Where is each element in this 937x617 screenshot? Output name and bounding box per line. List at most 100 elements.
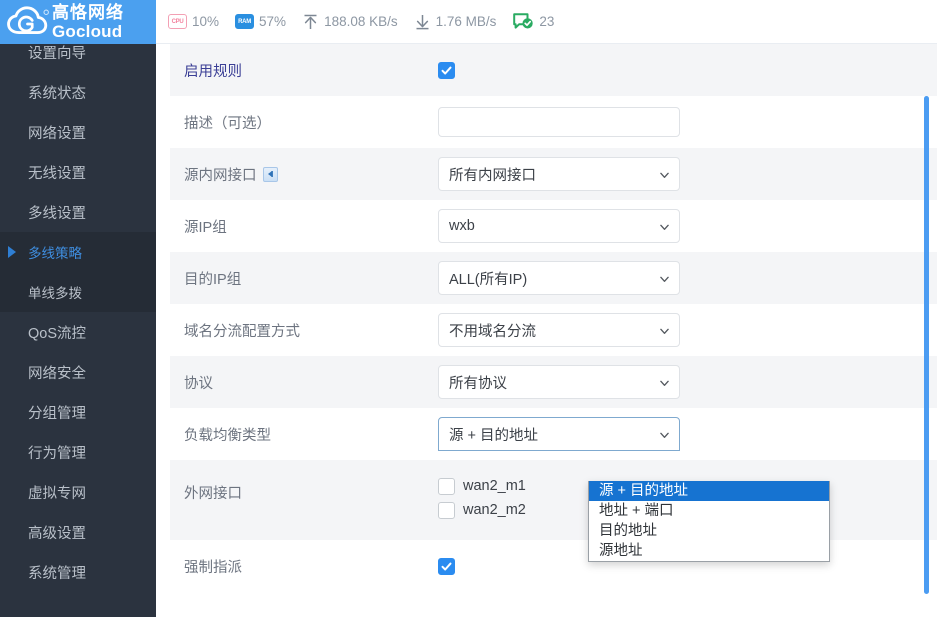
sidebar-item-system-status[interactable]: 系统状态 <box>0 72 156 112</box>
sidebar-item-behavior-management[interactable]: 行为管理 <box>0 432 156 472</box>
cpu-usage-value: 10% <box>192 14 220 29</box>
form-field-protocol: 所有协议 <box>438 365 937 399</box>
sidebar-item-label: 多线策略 <box>28 246 82 261</box>
sidebar-item-multiwan-settings[interactable]: 多线设置 <box>0 192 156 232</box>
online-devices-value: 23 <box>539 14 555 29</box>
sidebar-item-label: 多线设置 <box>28 205 86 222</box>
ram-usage-value: 57% <box>259 14 287 29</box>
load-balance-option-3[interactable]: 源地址 <box>589 541 829 561</box>
form-label-enable-rule: 启用规则 <box>184 63 242 80</box>
brand-name-en: Gocloud <box>52 22 123 41</box>
load-balance-option-1[interactable]: 地址 + 端口 <box>589 501 829 521</box>
brand-name-cn: 高恪网络 <box>52 3 124 22</box>
form-field-destination-ip-group: ALL(所有IP) <box>438 261 937 295</box>
chevron-down-icon <box>660 172 669 178</box>
form-row-enable-rule: 启用规则 <box>170 44 937 96</box>
wan-checkbox-wan2-m1-row: wan2_m1 <box>438 476 526 496</box>
sidebar-item-multiwan-policy[interactable]: 多线策略 <box>0 232 156 272</box>
load-balance-type-value: 源 + 目的地址 <box>449 427 539 444</box>
force-assign-checkbox[interactable] <box>438 557 455 575</box>
sidebar-item-single-multidial[interactable]: 单线多拨 <box>0 272 156 312</box>
online-devices-icon <box>512 12 534 32</box>
sidebar-item-label: 高级设置 <box>28 525 86 542</box>
upload-arrow-icon <box>302 13 319 31</box>
wan-checkbox-wan2-m2[interactable] <box>438 501 455 519</box>
download-speed-value: 1.76 MB/s <box>435 14 497 29</box>
sidebar-item-label: 行为管理 <box>28 445 86 462</box>
chevron-down-icon <box>660 328 669 334</box>
wan-checkbox-wan2-m2-row: wan2_m2 <box>438 500 526 520</box>
form-row-source-ip-group: 源IP组 wxb <box>170 200 937 252</box>
brand-text: 高恪网络 Gocloud <box>52 4 124 40</box>
domain-split-mode-select[interactable]: 不用域名分流 <box>438 313 680 347</box>
protocol-value: 所有协议 <box>449 375 507 392</box>
destination-ip-group-select[interactable]: ALL(所有IP) <box>438 261 680 295</box>
form-label-source-lan-interface: 源内网接口 <box>184 164 438 185</box>
source-lan-interface-value: 所有内网接口 <box>449 167 536 184</box>
sidebar-item-label: 无线设置 <box>28 165 86 182</box>
top-status-bar: CPU 10% RAM 57% 188.08 KB/s 1.76 MB/s 23 <box>156 0 937 44</box>
help-arrow-icon[interactable] <box>262 166 278 182</box>
form-row-load-balance-type: 负载均衡类型 源 + 目的地址 <box>170 408 937 460</box>
ram-chip-icon: RAM <box>235 14 255 29</box>
form-row-description: 描述（可选） <box>170 96 937 148</box>
sidebar-item-system-management[interactable]: 系统管理 <box>0 552 156 592</box>
chevron-down-icon <box>660 380 669 386</box>
cpu-chip-icon: CPU <box>168 14 187 29</box>
wan-checkbox-wan2-m1[interactable] <box>438 477 455 495</box>
form-field-load-balance-type: 源 + 目的地址 <box>438 417 937 451</box>
sidebar-item-label: 单线多拨 <box>28 286 82 301</box>
form-field-description <box>438 107 937 137</box>
load-balance-type-options[interactable]: 源 + 目的地址 地址 + 端口 目的地址 源地址 <box>588 481 830 562</box>
upload-speed: 188.08 KB/s <box>302 13 398 31</box>
sidebar-scrollbar-thumb[interactable] <box>924 96 929 594</box>
sidebar-items: 设置向导 系统状态 网络设置 无线设置 多线设置 多线策略 单线多拨 QoS流控… <box>0 44 156 592</box>
load-balance-type-select[interactable]: 源 + 目的地址 <box>438 417 680 451</box>
upload-speed-value: 188.08 KB/s <box>324 14 398 29</box>
sidebar-item-group-management[interactable]: 分组管理 <box>0 392 156 432</box>
sidebar-item-network-security[interactable]: 网络安全 <box>0 352 156 392</box>
enable-rule-checkbox[interactable] <box>438 61 455 79</box>
sidebar-item-label: 系统管理 <box>28 565 86 582</box>
sidebar-item-advanced-settings[interactable]: 高级设置 <box>0 512 156 552</box>
form-field-source-ip-group: wxb <box>438 209 937 243</box>
form-label-force-assign: 强制指派 <box>184 559 242 576</box>
form-row-domain-split-mode: 域名分流配置方式 不用域名分流 <box>170 304 937 356</box>
sidebar-item-network-settings[interactable]: 网络设置 <box>0 112 156 152</box>
brand-logo[interactable]: 高恪网络 Gocloud <box>0 0 156 44</box>
wan-label-wan2-m1: wan2_m1 <box>463 478 526 494</box>
chevron-down-icon <box>660 224 669 230</box>
download-speed: 1.76 MB/s <box>414 13 497 31</box>
online-devices: 23 <box>512 12 554 32</box>
sidebar-item-label: 网络安全 <box>28 365 86 382</box>
source-ip-group-value: wxb <box>449 218 475 234</box>
cloud-g-logo-icon <box>7 6 49 35</box>
sidebar-scrollbar-track[interactable] <box>924 44 933 617</box>
form-label-text: 源内网接口 <box>184 167 257 184</box>
form-label-destination-ip-group: 目的IP组 <box>184 271 242 288</box>
sidebar-item-label: 系统状态 <box>28 85 86 102</box>
content-left-gutter <box>156 44 170 617</box>
form-row-destination-ip-group: 目的IP组 ALL(所有IP) <box>170 252 937 304</box>
form-label-source-ip-group: 源IP组 <box>184 219 227 236</box>
protocol-select[interactable]: 所有协议 <box>438 365 680 399</box>
source-ip-group-select[interactable]: wxb <box>438 209 680 243</box>
sidebar-item-setup-wizard[interactable]: 设置向导 <box>0 44 156 72</box>
load-balance-option-2[interactable]: 目的地址 <box>589 521 829 541</box>
form-field-enable-rule <box>438 61 937 79</box>
domain-split-mode-value: 不用域名分流 <box>449 323 536 340</box>
sidebar-item-vpn[interactable]: 虚拟专网 <box>0 472 156 512</box>
sidebar-nav: 设置向导 系统状态 网络设置 无线设置 多线设置 多线策略 单线多拨 QoS流控… <box>0 44 156 617</box>
source-lan-interface-select[interactable]: 所有内网接口 <box>438 157 680 191</box>
form-label-load-balance-type: 负载均衡类型 <box>184 427 271 444</box>
sidebar-item-wireless-settings[interactable]: 无线设置 <box>0 152 156 192</box>
wan-interface-checkbox-list: wan2_m1 wan2_m2 <box>438 474 526 520</box>
wan-label-wan2-m2: wan2_m2 <box>463 502 526 518</box>
chevron-right-icon <box>8 246 16 258</box>
chevron-down-icon <box>660 276 669 282</box>
description-input[interactable] <box>438 107 680 137</box>
router-admin-page: 高恪网络 Gocloud CPU 10% RAM 57% 188.08 KB/s… <box>0 0 937 617</box>
sidebar-item-label: 分组管理 <box>28 405 86 422</box>
load-balance-option-0[interactable]: 源 + 目的地址 <box>589 481 829 501</box>
sidebar-item-qos[interactable]: QoS流控 <box>0 312 156 352</box>
